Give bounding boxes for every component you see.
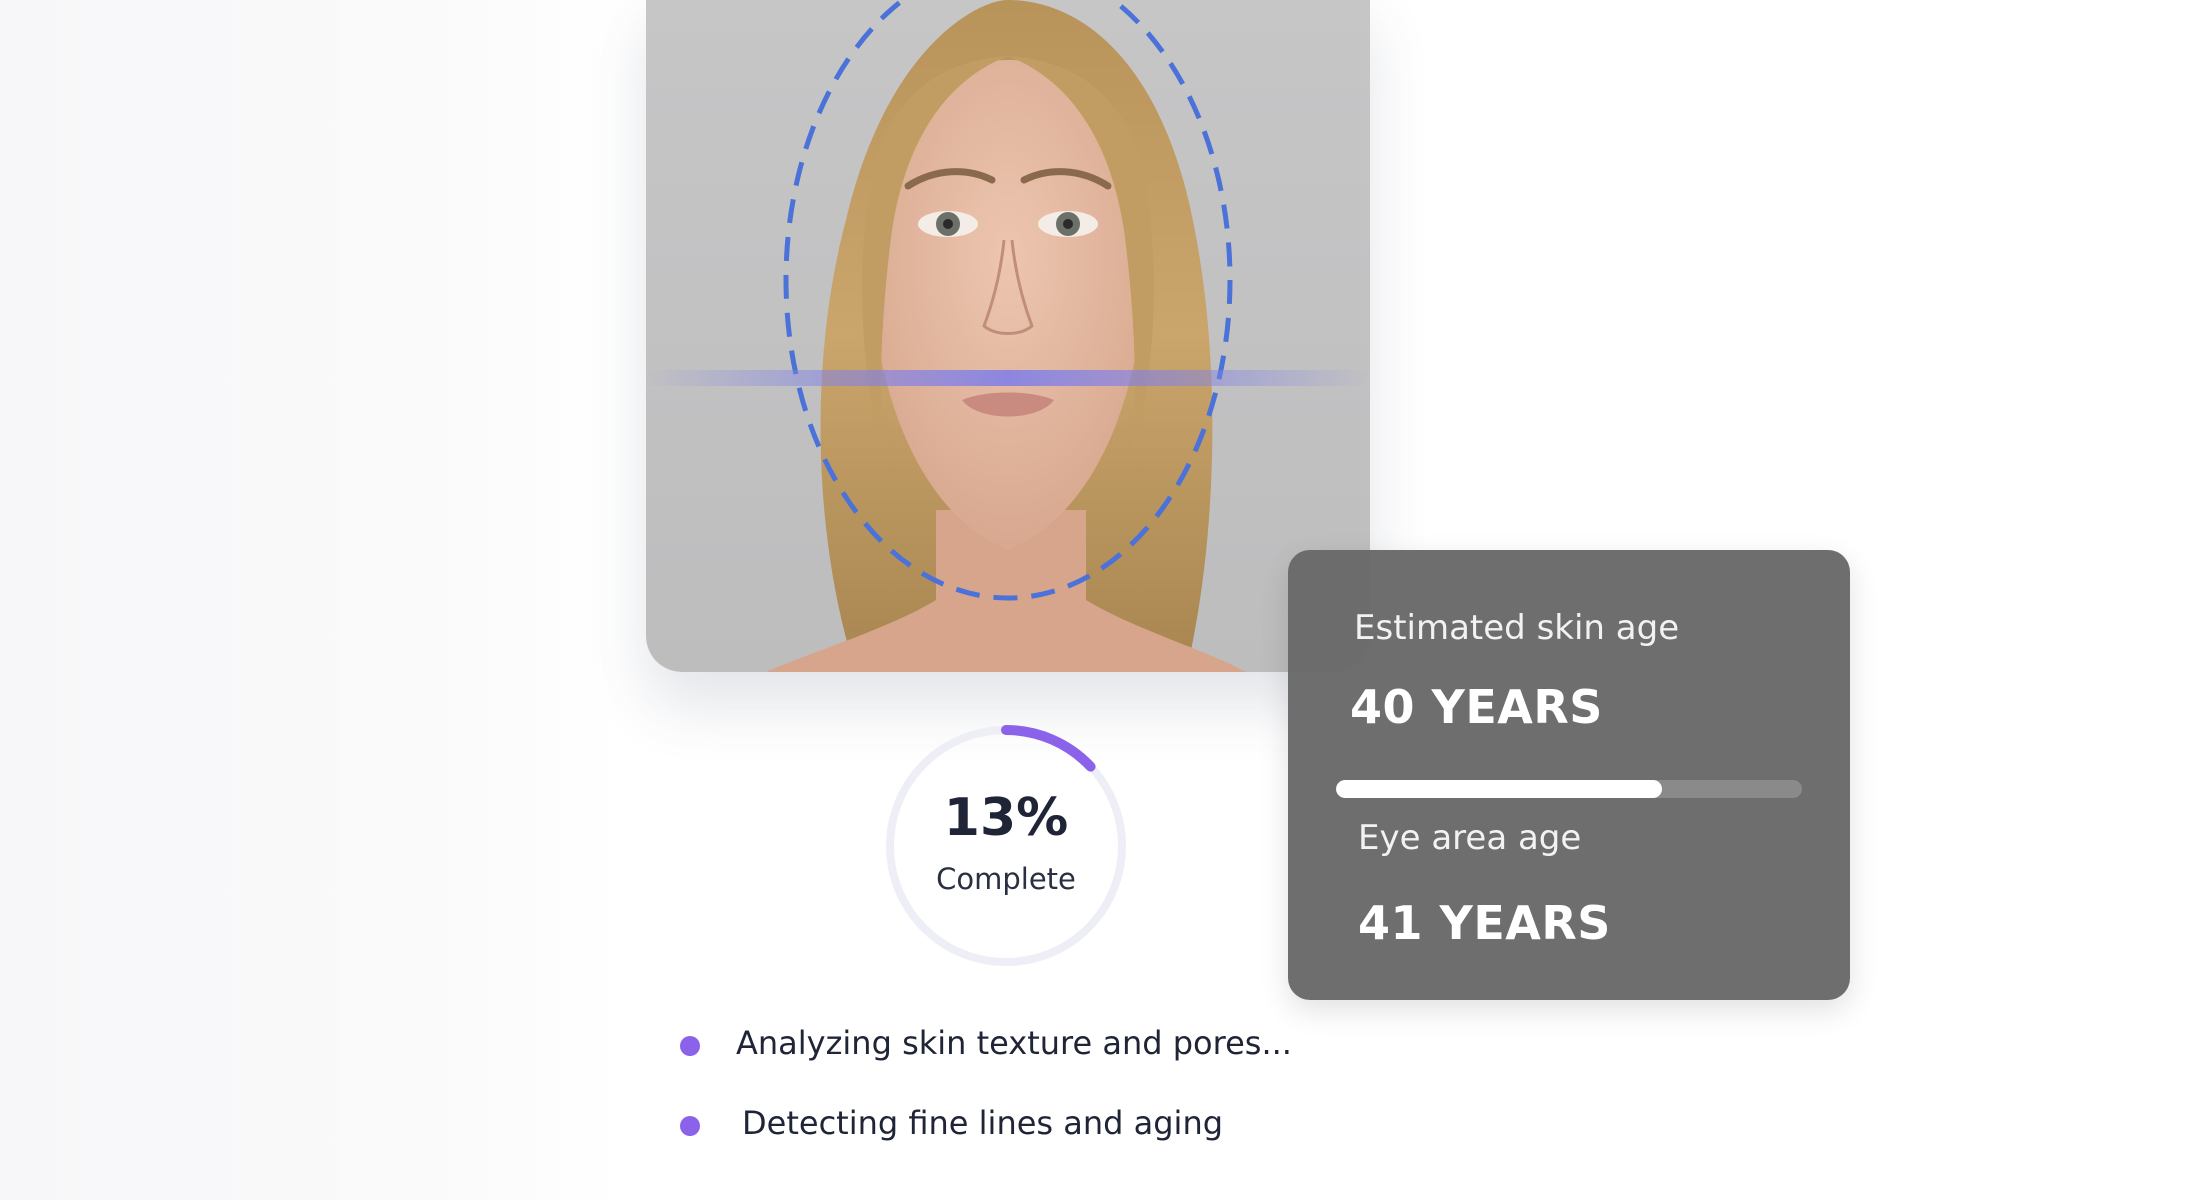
status-dot-icon — [680, 1036, 700, 1056]
face-photo-card — [646, 0, 1370, 672]
background-shade — [0, 0, 620, 1200]
status-item: Analyzing skin texture and pores... — [680, 1020, 1380, 1070]
status-item: Detecting fine lines and aging — [680, 1100, 1380, 1150]
skin-age-bar — [1336, 780, 1802, 798]
progress-ring: 13% Complete — [884, 724, 1128, 968]
skin-age-label: Estimated skin age — [1354, 608, 1680, 648]
skin-age-bar-fill — [1336, 780, 1663, 798]
status-text: Analyzing skin texture and pores... — [736, 1024, 1292, 1062]
eye-age-value: 41 YEARS — [1358, 896, 1611, 950]
eye-age-label: Eye area age — [1358, 818, 1582, 858]
progress-percent: 13% — [943, 788, 1069, 848]
progress-label: Complete — [936, 862, 1076, 896]
status-dot-icon — [680, 1116, 700, 1136]
status-text: Detecting fine lines and aging — [742, 1104, 1224, 1142]
results-card: Estimated skin age 40 YEARS Eye area age… — [1288, 550, 1850, 1000]
skin-age-value: 40 YEARS — [1350, 680, 1603, 734]
face-photo — [646, 0, 1370, 672]
scan-line — [646, 370, 1370, 386]
